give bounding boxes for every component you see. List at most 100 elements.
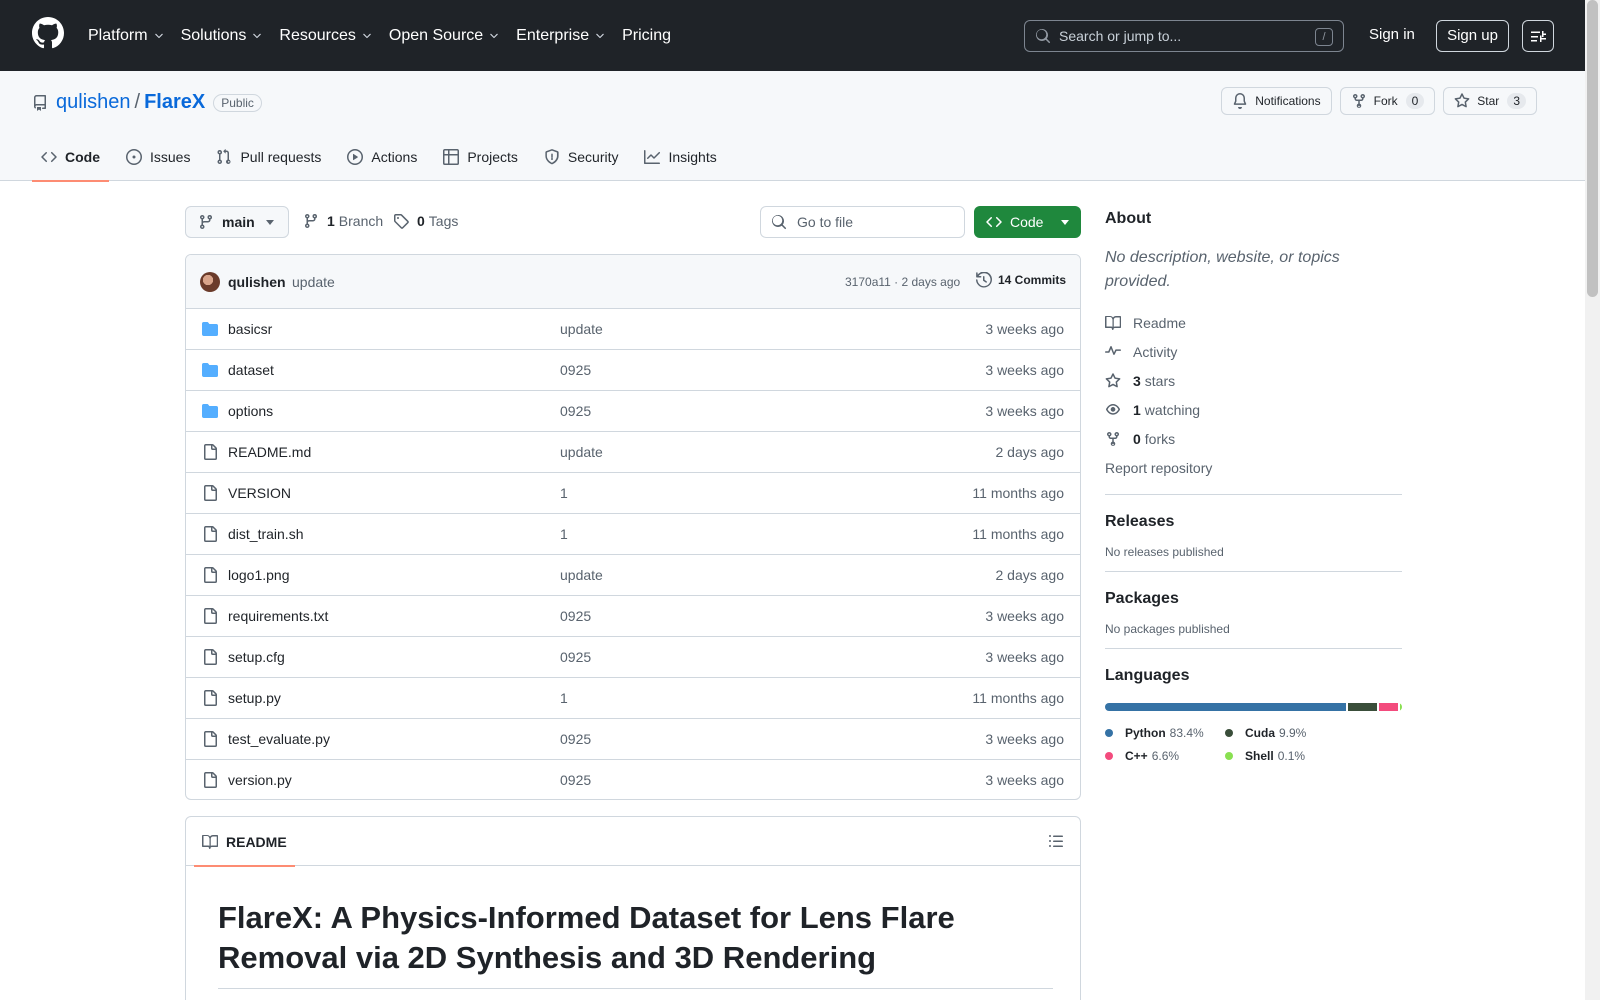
file-commit-message[interactable]: 0925	[560, 608, 591, 624]
branches-link[interactable]: 1 Branch	[303, 213, 383, 229]
table-row[interactable]: VERSION 1 11 months ago	[186, 473, 1080, 514]
go-to-file-input[interactable]: Go to file	[760, 206, 965, 238]
table-row[interactable]: dist_train.sh 1 11 months ago	[186, 514, 1080, 555]
commit-meta[interactable]: 3170a11 · 2 days ago	[845, 275, 960, 289]
language-bar-segment[interactable]	[1400, 703, 1402, 711]
page-scrollbar[interactable]	[1585, 0, 1600, 1000]
file-commit-message[interactable]: 0925	[560, 403, 591, 419]
file-commit-message[interactable]: 0925	[560, 772, 591, 788]
file-commit-message[interactable]: update	[560, 444, 603, 460]
languages-section: Languages Python 83.4% Cuda 9.9% C++ 6.6% Shel…	[1105, 648, 1402, 767]
chevron-down-icon	[153, 30, 165, 42]
search-input[interactable]: Search or jump to... /	[1024, 20, 1344, 52]
tab-issues[interactable]: Issues	[117, 133, 199, 181]
tab-code[interactable]: Code	[32, 133, 109, 182]
sign-up-button[interactable]: Sign up	[1436, 20, 1509, 52]
language-percent: 0.1%	[1277, 748, 1306, 763]
file-commit-message[interactable]: update	[560, 321, 603, 337]
repo-owner-link[interactable]: qulishen	[56, 91, 131, 114]
language-item[interactable]: Cuda 9.9%	[1225, 721, 1325, 744]
language-bar-segment[interactable]	[1348, 703, 1377, 711]
stars-link[interactable]: 3 stars	[1105, 366, 1402, 395]
global-nav: Platform Solutions Resources Open Source Ent…	[88, 0, 687, 71]
packages-heading[interactable]: Packages	[1105, 590, 1402, 608]
tab-insights[interactable]: Insights	[635, 133, 725, 181]
command-palette-icon[interactable]	[1522, 20, 1554, 52]
repo-actions: Notifications Fork 0 Star 3	[1221, 87, 1537, 115]
file-commit-message[interactable]: 0925	[560, 362, 591, 378]
avatar[interactable]	[200, 272, 220, 292]
star-button[interactable]: Star 3	[1443, 87, 1537, 115]
table-row[interactable]: basicsr update 3 weeks ago	[186, 309, 1080, 350]
language-name: C++	[1125, 748, 1148, 763]
tab-pull-requests[interactable]: Pull requests	[207, 133, 330, 181]
table-row[interactable]: dataset 0925 3 weeks ago	[186, 350, 1080, 391]
readme-link[interactable]: Readme	[1105, 308, 1402, 337]
repo-title: qulishen / FlareX Public	[32, 91, 262, 114]
nav-item-enterprise[interactable]: Enterprise	[516, 27, 606, 45]
commits-link[interactable]: 14 Commits	[976, 272, 1066, 288]
nav-item-solutions[interactable]: Solutions	[181, 27, 264, 45]
file-name-link[interactable]: version.py	[228, 772, 292, 788]
table-row[interactable]: setup.py 1 11 months ago	[186, 678, 1080, 719]
scrollbar-thumb[interactable]	[1587, 0, 1598, 297]
tab-projects[interactable]: Projects	[434, 133, 527, 181]
language-bar-segment[interactable]	[1105, 703, 1347, 711]
table-row[interactable]: logo1.png update 2 days ago	[186, 555, 1080, 596]
file-name-link[interactable]: logo1.png	[228, 567, 290, 583]
activity-link[interactable]: Activity	[1105, 337, 1402, 366]
file-name-link[interactable]: dataset	[228, 362, 274, 378]
file-name-link[interactable]: setup.cfg	[228, 649, 285, 665]
tab-security[interactable]: Security	[535, 133, 628, 181]
file-commit-message[interactable]: 0925	[560, 731, 591, 747]
sign-in-link[interactable]: Sign in	[1369, 26, 1415, 43]
branch-selector[interactable]: main	[185, 206, 289, 238]
tags-link[interactable]: 0 Tags	[393, 213, 458, 229]
table-row[interactable]: options 0925 3 weeks ago	[186, 391, 1080, 432]
file-name-link[interactable]: setup.py	[228, 690, 281, 706]
commit-message-link[interactable]: update	[292, 274, 335, 290]
outline-list-icon[interactable]	[1048, 833, 1064, 849]
report-repository-link[interactable]: Report repository	[1105, 453, 1402, 482]
language-bar-segment[interactable]	[1378, 703, 1398, 711]
file-name-link[interactable]: basicsr	[228, 321, 272, 337]
fork-button[interactable]: Fork 0	[1339, 87, 1436, 115]
file-name-link[interactable]: test_evaluate.py	[228, 731, 330, 747]
file-name-link[interactable]: README.md	[228, 444, 311, 460]
nav-item-open-source[interactable]: Open Source	[389, 27, 500, 45]
file-name-link[interactable]: VERSION	[228, 485, 291, 501]
tab-actions[interactable]: Actions	[338, 133, 426, 181]
notifications-button[interactable]: Notifications	[1221, 87, 1332, 115]
file-name-link[interactable]: requirements.txt	[228, 608, 328, 624]
table-row[interactable]: test_evaluate.py 0925 3 weeks ago	[186, 719, 1080, 760]
nav-item-platform[interactable]: Platform	[88, 27, 165, 45]
code-download-button[interactable]: Code	[974, 206, 1081, 238]
file-commit-message[interactable]: 0925	[560, 649, 591, 665]
commit-author-link[interactable]: qulishen	[228, 274, 286, 290]
file-commit-message[interactable]: update	[560, 567, 603, 583]
repo-name-link[interactable]: FlareX	[144, 91, 205, 114]
file-name-link[interactable]: options	[228, 403, 273, 419]
file-commit-date: 3 weeks ago	[985, 362, 1064, 378]
language-item[interactable]: Python 83.4%	[1105, 721, 1205, 744]
commits-count-label: 14 Commits	[998, 273, 1067, 287]
file-name-link[interactable]: dist_train.sh	[228, 526, 303, 542]
nav-item-resources[interactable]: Resources	[279, 27, 372, 45]
table-row[interactable]: version.py 0925 3 weeks ago	[186, 760, 1080, 799]
language-item[interactable]: Shell 0.1%	[1225, 744, 1325, 767]
language-percent: 9.9%	[1279, 725, 1307, 740]
file-commit-message[interactable]: 1	[560, 690, 568, 706]
nav-item-pricing[interactable]: Pricing	[622, 27, 671, 45]
readme-tab[interactable]: README	[194, 817, 295, 867]
table-row[interactable]: setup.cfg 0925 3 weeks ago	[186, 637, 1080, 678]
file-commit-message[interactable]: 1	[560, 526, 568, 542]
table-row[interactable]: README.md update 2 days ago	[186, 432, 1080, 473]
forks-link[interactable]: 0 forks	[1105, 424, 1402, 453]
language-item[interactable]: C++ 6.6%	[1105, 744, 1205, 767]
file-commit-message[interactable]: 1	[560, 485, 568, 501]
releases-heading[interactable]: Releases	[1105, 513, 1402, 531]
eye-icon	[1105, 402, 1133, 418]
table-row[interactable]: requirements.txt 0925 3 weeks ago	[186, 596, 1080, 637]
github-logo-icon[interactable]	[32, 17, 64, 49]
watchers-link[interactable]: 1 watching	[1105, 395, 1402, 424]
